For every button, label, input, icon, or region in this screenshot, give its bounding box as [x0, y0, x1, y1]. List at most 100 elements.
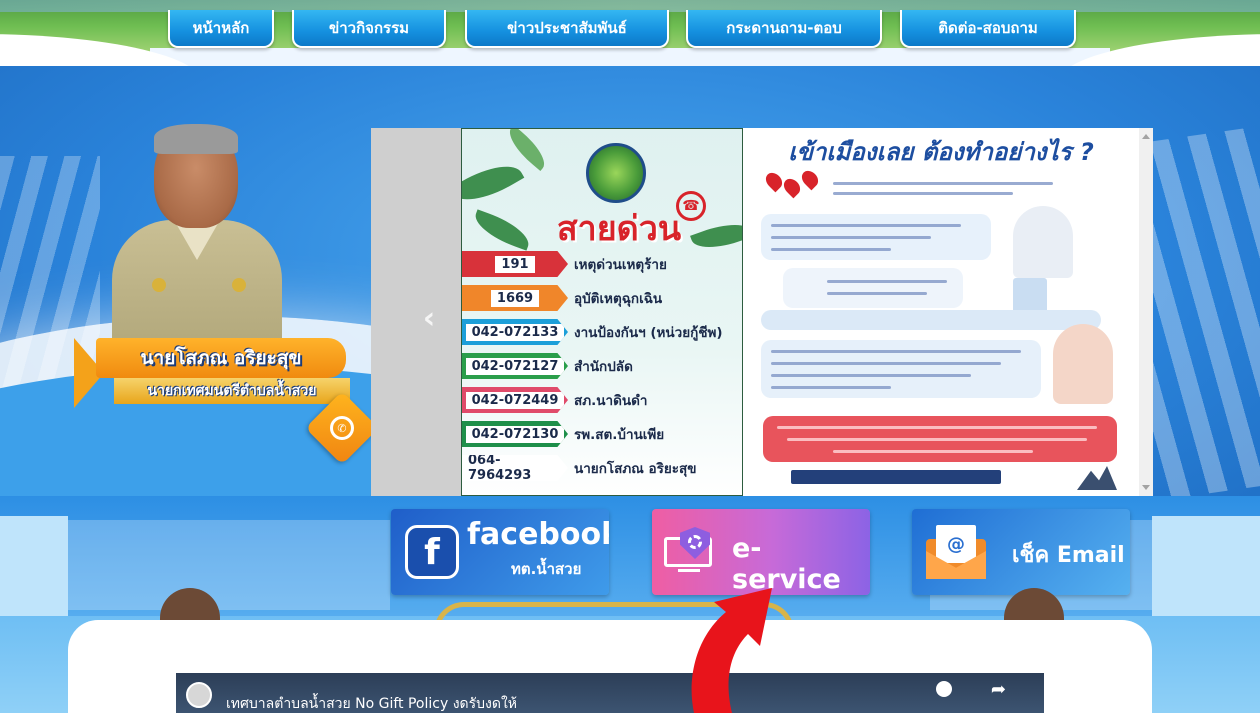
nav-item-home[interactable]: หน้าหลัก: [168, 10, 274, 48]
hotline-number: 191: [495, 255, 535, 273]
leaf-decoration: [502, 129, 552, 171]
hotline-row: 042-072130 รพ.สต.บ้านเพีย: [462, 421, 742, 449]
scroll-up-icon[interactable]: [1142, 134, 1150, 139]
hotline-row: 1669 อุบัติเหตุฉุกเฉิน: [462, 285, 742, 313]
leaf-decoration: [462, 153, 525, 213]
info-box: [761, 310, 1101, 330]
text-line: [833, 182, 1053, 185]
banner-strip: [150, 48, 1110, 66]
hotline-desc: สภ.นาดินดำ: [574, 393, 648, 409]
municipality-seal: [586, 143, 646, 203]
hotline-desc: เหตุด่วนเหตุร้าย: [574, 257, 667, 273]
chat-phone-icon: ✆: [330, 416, 354, 440]
mayor-name: นายโสภณ อริยะสุข: [96, 338, 346, 378]
text-line: [827, 292, 927, 295]
hotline-desc: รพ.สต.บ้านเพีย: [574, 427, 665, 443]
text-line: [771, 224, 961, 227]
person-icon: [1053, 324, 1113, 404]
hotline-poster: สายด่วน ☎ 191 เหตุด่วนเหตุร้าย 1669 อุบั…: [461, 128, 743, 496]
text-line: [833, 450, 1033, 453]
mayor-medal: [152, 278, 166, 292]
health-worker-icon: [1013, 206, 1073, 278]
phone-icon: ☎: [676, 191, 706, 221]
band-panel-left: [68, 520, 390, 610]
leaf-decoration: [470, 209, 534, 251]
facebook-icon: f: [405, 525, 459, 579]
text-line: [771, 248, 891, 251]
video-title[interactable]: เทศบาลตำบลน้ำสวย No Gift Policy งดรับงดใ…: [226, 693, 517, 713]
text-line: [777, 426, 1097, 429]
hotline-row: 191 เหตุด่วนเหตุร้าย: [462, 251, 742, 279]
letter-shape: @: [936, 525, 976, 563]
banner-slider: ‹ › สายด่วน ☎ 191 เหตุด่วนเหตุร้าย 1669 …: [371, 128, 1153, 496]
hotline-row: 042-072449 สภ.นาดินดำ: [462, 387, 742, 415]
info-box: [783, 268, 963, 308]
text-line: [771, 386, 891, 389]
map-pin-icon: [762, 169, 786, 193]
text-line: [833, 192, 1013, 195]
text-line: [771, 236, 931, 239]
mayor-title: นายกเทศมนตรีตำบลน้ำสวย: [114, 378, 350, 404]
hotline-number: 064-7964293: [462, 455, 568, 481]
monitor-stand: [678, 569, 700, 572]
hotline-number-tag: 042-072130: [462, 421, 568, 447]
email-icon: @: [926, 525, 986, 579]
slider-prev-icon[interactable]: ‹: [417, 298, 441, 338]
entry-guide-poster: เข้าเมืองเลย ต้องทำอย่างไร ?: [743, 128, 1139, 496]
hotline-row: 042-072127 สำนักปลัด: [462, 353, 742, 381]
gear-icon: [688, 535, 702, 549]
e-service-link[interactable]: e-service: [652, 509, 870, 595]
hotline-number-tag: 042-072127: [462, 353, 568, 379]
youtube-video-embed[interactable]: เทศบาลตำบลน้ำสวย No Gift Policy งดรับงดใ…: [176, 673, 1044, 713]
footer-strip: [791, 470, 1001, 484]
nav-item-qa-board[interactable]: กระดานถาม-ตอบ: [686, 10, 882, 48]
mayor-hair: [154, 124, 238, 154]
hotline-desc: งานป้องกันฯ (หน่วยกู้ชีพ): [574, 325, 723, 341]
scroll-down-icon[interactable]: [1142, 485, 1150, 490]
nav-item-activities[interactable]: ข่าวกิจกรรม: [292, 10, 446, 48]
hotline-number: 042-072130: [465, 425, 565, 443]
hotline-desc: อุบัติเหตุฉุกเฉิน: [574, 291, 663, 307]
facebook-link[interactable]: f facebook ทต.น้ำสวย: [391, 509, 609, 595]
hotline-row: 042-072133 งานป้องกันฯ (หน่วยกู้ชีพ): [462, 319, 742, 347]
mayor-photo: [112, 124, 282, 360]
main-nav: หน้าหลัก ข่าวกิจกรรม ข่าวประชาสัมพันธ์ ก…: [0, 10, 1260, 50]
hotline-number: 1669: [490, 289, 540, 307]
email-label: เช็ค Email: [1012, 543, 1125, 568]
hotline-desc: นายกโสภณ อริยะสุข: [574, 461, 697, 477]
hotline-number-tag: 1669: [462, 285, 568, 311]
nav-item-contact[interactable]: ติดต่อ-สอบถาม: [900, 10, 1076, 48]
hotline-number: 042-072133: [465, 323, 565, 341]
text-line: [787, 438, 1087, 441]
entry-guide-title: เข้าเมืองเลย ต้องทำอย่างไร ?: [788, 138, 1094, 166]
hotline-number-tag: 191: [462, 251, 568, 277]
mayor-nameplate: นายโสภณ อริยะสุข นายกเทศมนตรีตำบลน้ำสวย: [74, 338, 354, 408]
map-pin-icon: [780, 175, 804, 199]
e-service-icon: [664, 527, 720, 577]
mayor-medal: [232, 278, 246, 292]
hotline-number: 042-072449: [465, 391, 565, 409]
nav-item-announcements[interactable]: ข่าวประชาสัมพันธ์: [465, 10, 669, 48]
text-line: [771, 374, 971, 377]
text-line: [771, 350, 1021, 353]
hotline-desc: สำนักปลัด: [574, 359, 633, 375]
facebook-label: facebook: [467, 517, 609, 552]
hotline-number: 042-072127: [465, 357, 565, 375]
mountain-logo-icon: [1077, 466, 1117, 490]
map-pin-icon: [798, 167, 822, 191]
channel-avatar[interactable]: [186, 682, 212, 708]
text-line: [771, 362, 1001, 365]
hotline-row: 064-7964293 นายกโสภณ อริยะสุข: [462, 455, 742, 483]
text-line: [827, 280, 947, 283]
hotline-number-tag: 064-7964293: [462, 455, 568, 481]
share-icon[interactable]: ➦: [991, 679, 1006, 700]
watch-later-icon[interactable]: [936, 681, 952, 697]
hotline-number-tag: 042-072449: [462, 387, 568, 413]
facebook-sublabel: ทต.น้ำสวย: [511, 560, 582, 578]
band-edge-right: [1152, 516, 1260, 616]
hotline-number-tag: 042-072133: [462, 319, 568, 345]
band-edge-left: [0, 516, 68, 616]
slider-scrollbar[interactable]: [1139, 128, 1153, 496]
check-email-link[interactable]: @ เช็ค Email: [912, 509, 1130, 595]
e-service-label: e-service: [732, 533, 841, 595]
